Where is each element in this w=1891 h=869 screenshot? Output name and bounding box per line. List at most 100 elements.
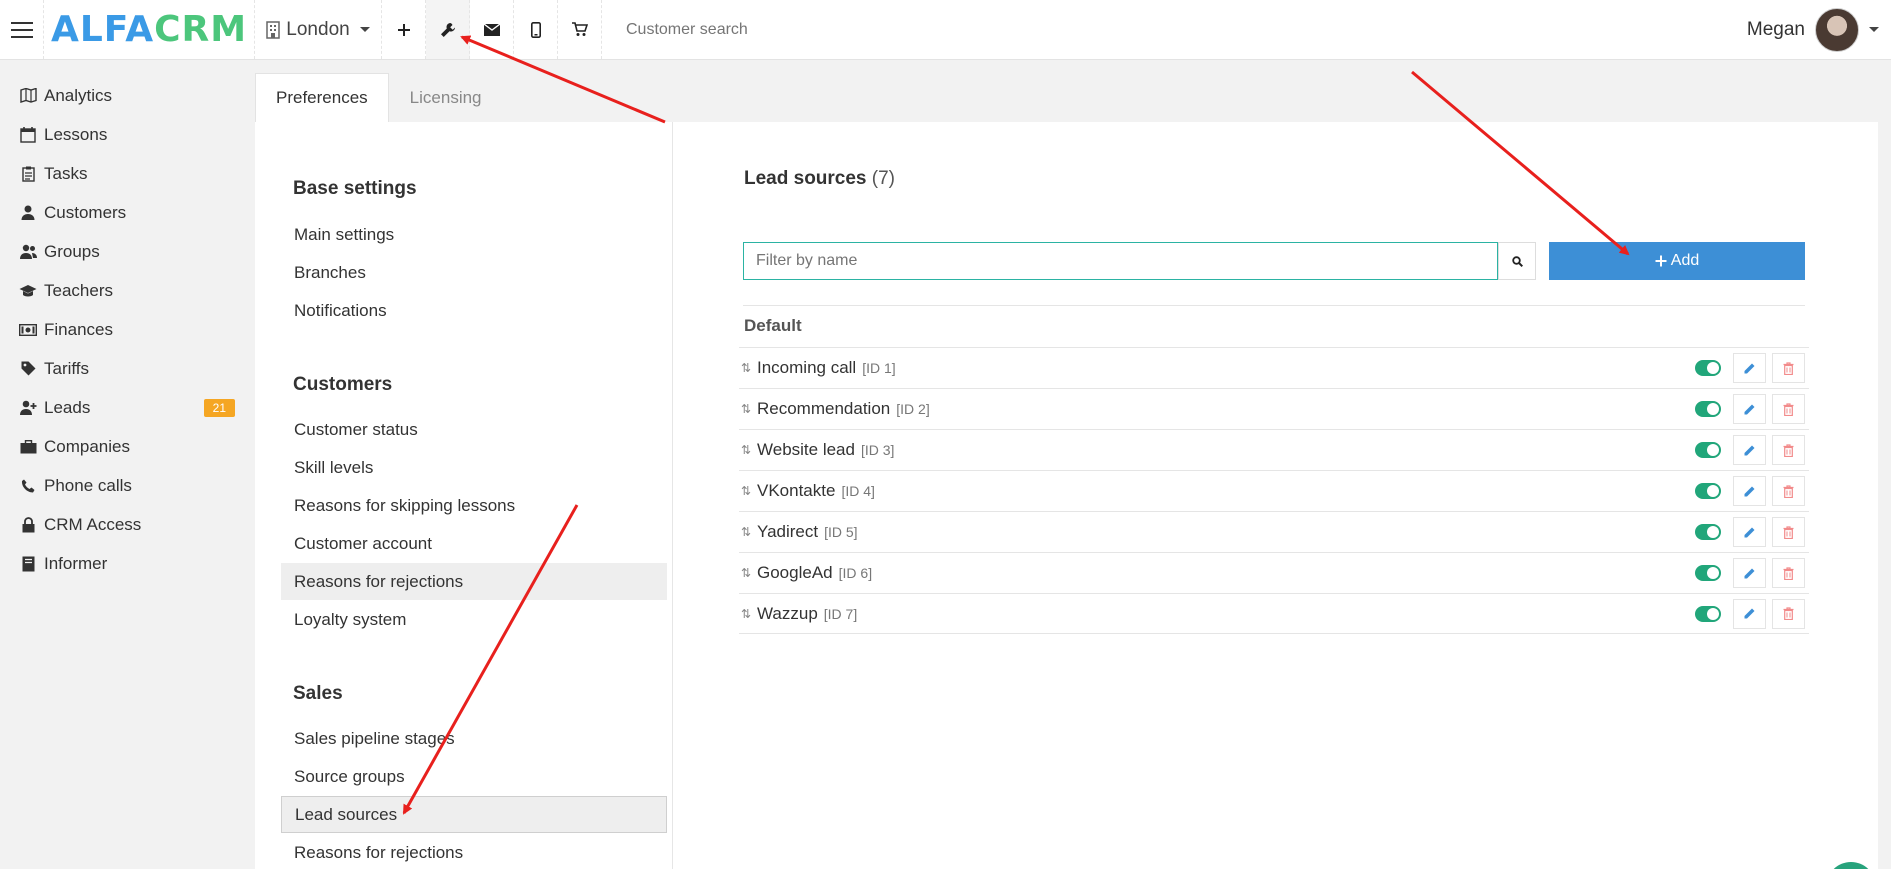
add-lead-source-button[interactable]: Add (1549, 242, 1805, 280)
menu-link-sales-pipeline-stages[interactable]: Sales pipeline stages (281, 720, 667, 757)
active-toggle[interactable] (1695, 565, 1721, 581)
wrench-icon (440, 22, 455, 37)
menu-link-sales-reasons-rejections[interactable]: Reasons for rejections (281, 834, 667, 869)
logo[interactable]: ALFA CRM (44, 0, 255, 59)
drag-handle-icon[interactable]: ⇅ (741, 484, 757, 498)
drag-handle-icon[interactable]: ⇅ (741, 525, 757, 539)
drag-handle-icon[interactable]: ⇅ (741, 361, 757, 375)
divider (743, 305, 1805, 306)
lead-source-name: Incoming call (757, 358, 857, 377)
mobile-icon (530, 21, 541, 38)
menu-link-skill-levels[interactable]: Skill levels (281, 449, 667, 486)
lead-source-name: Yadirect (757, 522, 819, 541)
menu-link-reasons-skipping-lessons[interactable]: Reasons for skipping lessons (281, 487, 667, 524)
trash-icon (1783, 402, 1794, 416)
active-toggle[interactable] (1695, 524, 1721, 540)
row-actions (1695, 394, 1805, 424)
sidebar-item-tasks[interactable]: Tasks (0, 154, 253, 193)
delete-button[interactable] (1772, 558, 1805, 588)
menu-link-branches[interactable]: Branches (281, 254, 667, 291)
mobile-button[interactable] (514, 0, 558, 59)
add-button[interactable] (382, 0, 426, 59)
active-toggle[interactable] (1695, 483, 1721, 499)
calendar-icon (18, 126, 38, 143)
lead-sources-count: (7) (871, 168, 896, 189)
sidebar-item-leads[interactable]: Leads 21 (0, 388, 253, 427)
edit-button[interactable] (1733, 394, 1766, 424)
section-title-sales: Sales (293, 683, 343, 704)
delete-button[interactable] (1772, 435, 1805, 465)
chevron-down-icon (1869, 27, 1879, 32)
tab-licensing[interactable]: Licensing (389, 73, 503, 123)
filter-search-button[interactable] (1498, 242, 1536, 280)
sidebar-item-label: Informer (44, 553, 108, 573)
menu-link-customer-reasons-rejections[interactable]: Reasons for rejections (281, 563, 667, 600)
hamburger-menu-button[interactable] (0, 0, 44, 59)
drag-handle-icon[interactable]: ⇅ (741, 566, 757, 580)
sidebar-item-companies[interactable]: Companies (0, 427, 253, 466)
active-toggle[interactable] (1695, 605, 1721, 622)
building-icon (266, 20, 281, 39)
menu-link-customer-account[interactable]: Customer account (281, 525, 667, 562)
mail-button[interactable] (470, 0, 514, 59)
cart-button[interactable] (558, 0, 602, 59)
menu-link-loyalty-system[interactable]: Loyalty system (281, 601, 667, 638)
lead-source-id: [ID 3] (860, 442, 895, 458)
user-plus-icon (18, 400, 38, 415)
sidebar-item-phone-calls[interactable]: Phone calls (0, 466, 253, 505)
edit-button[interactable] (1733, 353, 1766, 383)
delete-button[interactable] (1772, 598, 1805, 629)
tab-preferences[interactable]: Preferences (255, 73, 389, 123)
menu-link-customer-status[interactable]: Customer status (281, 411, 667, 448)
sidebar-item-groups[interactable]: Groups (0, 232, 253, 271)
delete-button[interactable] (1772, 476, 1805, 506)
edit-button[interactable] (1733, 598, 1766, 629)
customer-search[interactable] (602, 0, 1747, 59)
drag-handle-icon[interactable]: ⇅ (741, 443, 757, 457)
sidebar-item-label: Groups (44, 241, 100, 261)
sidebar-item-finances[interactable]: Finances (0, 310, 253, 349)
delete-button[interactable] (1772, 517, 1805, 547)
sidebar-item-crm-access[interactable]: CRM Access (0, 505, 253, 544)
pencil-icon (1744, 404, 1755, 414)
sidebar-item-label: Leads (44, 397, 91, 417)
menu-link-lead-sources[interactable]: Lead sources (281, 796, 667, 833)
sidebar-item-label: Teachers (44, 280, 113, 300)
filter-by-name-input[interactable] (743, 242, 1498, 280)
drag-handle-icon[interactable]: ⇅ (741, 607, 757, 621)
lead-source-id: [ID 1] (862, 360, 896, 376)
menu-link-notifications[interactable]: Notifications (281, 292, 667, 329)
branch-selector[interactable]: London (255, 0, 382, 59)
active-toggle[interactable] (1695, 442, 1721, 458)
sidebar-item-teachers[interactable]: Teachers (0, 271, 253, 310)
menu-link-main-settings[interactable]: Main settings (281, 216, 667, 253)
trash-icon (1783, 607, 1794, 620)
customer-search-input[interactable] (626, 20, 926, 39)
delete-button[interactable] (1772, 394, 1805, 424)
pencil-icon (1744, 486, 1755, 496)
edit-button[interactable] (1733, 435, 1766, 465)
sidebar-item-customers[interactable]: Customers (0, 193, 253, 232)
edit-button[interactable] (1733, 558, 1766, 588)
lead-sources-panel: Lead sources (7) Add Default ⇅ Incoming … (673, 122, 1878, 869)
lead-source-name: Recommendation (757, 399, 891, 418)
trash-icon (1783, 484, 1794, 498)
trash-icon (1783, 361, 1794, 375)
sidebar-item-tariffs[interactable]: Tariffs (0, 349, 253, 388)
row-actions (1695, 598, 1805, 629)
drag-handle-icon[interactable]: ⇅ (741, 402, 757, 416)
active-toggle[interactable] (1695, 401, 1721, 417)
menu-link-source-groups[interactable]: Source groups (281, 758, 667, 795)
edit-button[interactable] (1733, 476, 1766, 506)
sidebar-item-lessons[interactable]: Lessons (0, 115, 253, 154)
user-menu[interactable]: Megan (1747, 0, 1891, 59)
active-toggle[interactable] (1695, 360, 1721, 376)
pencil-icon (1744, 445, 1755, 455)
table-row: ⇅ Website lead [ID 3] (739, 429, 1809, 470)
settings-button[interactable] (426, 0, 470, 59)
delete-button[interactable] (1772, 353, 1805, 383)
sidebar-item-analytics[interactable]: Analytics (0, 76, 253, 115)
sidebar-item-informer[interactable]: Informer (0, 544, 253, 583)
lead-source-id: [ID 2] (896, 401, 930, 417)
edit-button[interactable] (1733, 517, 1766, 547)
